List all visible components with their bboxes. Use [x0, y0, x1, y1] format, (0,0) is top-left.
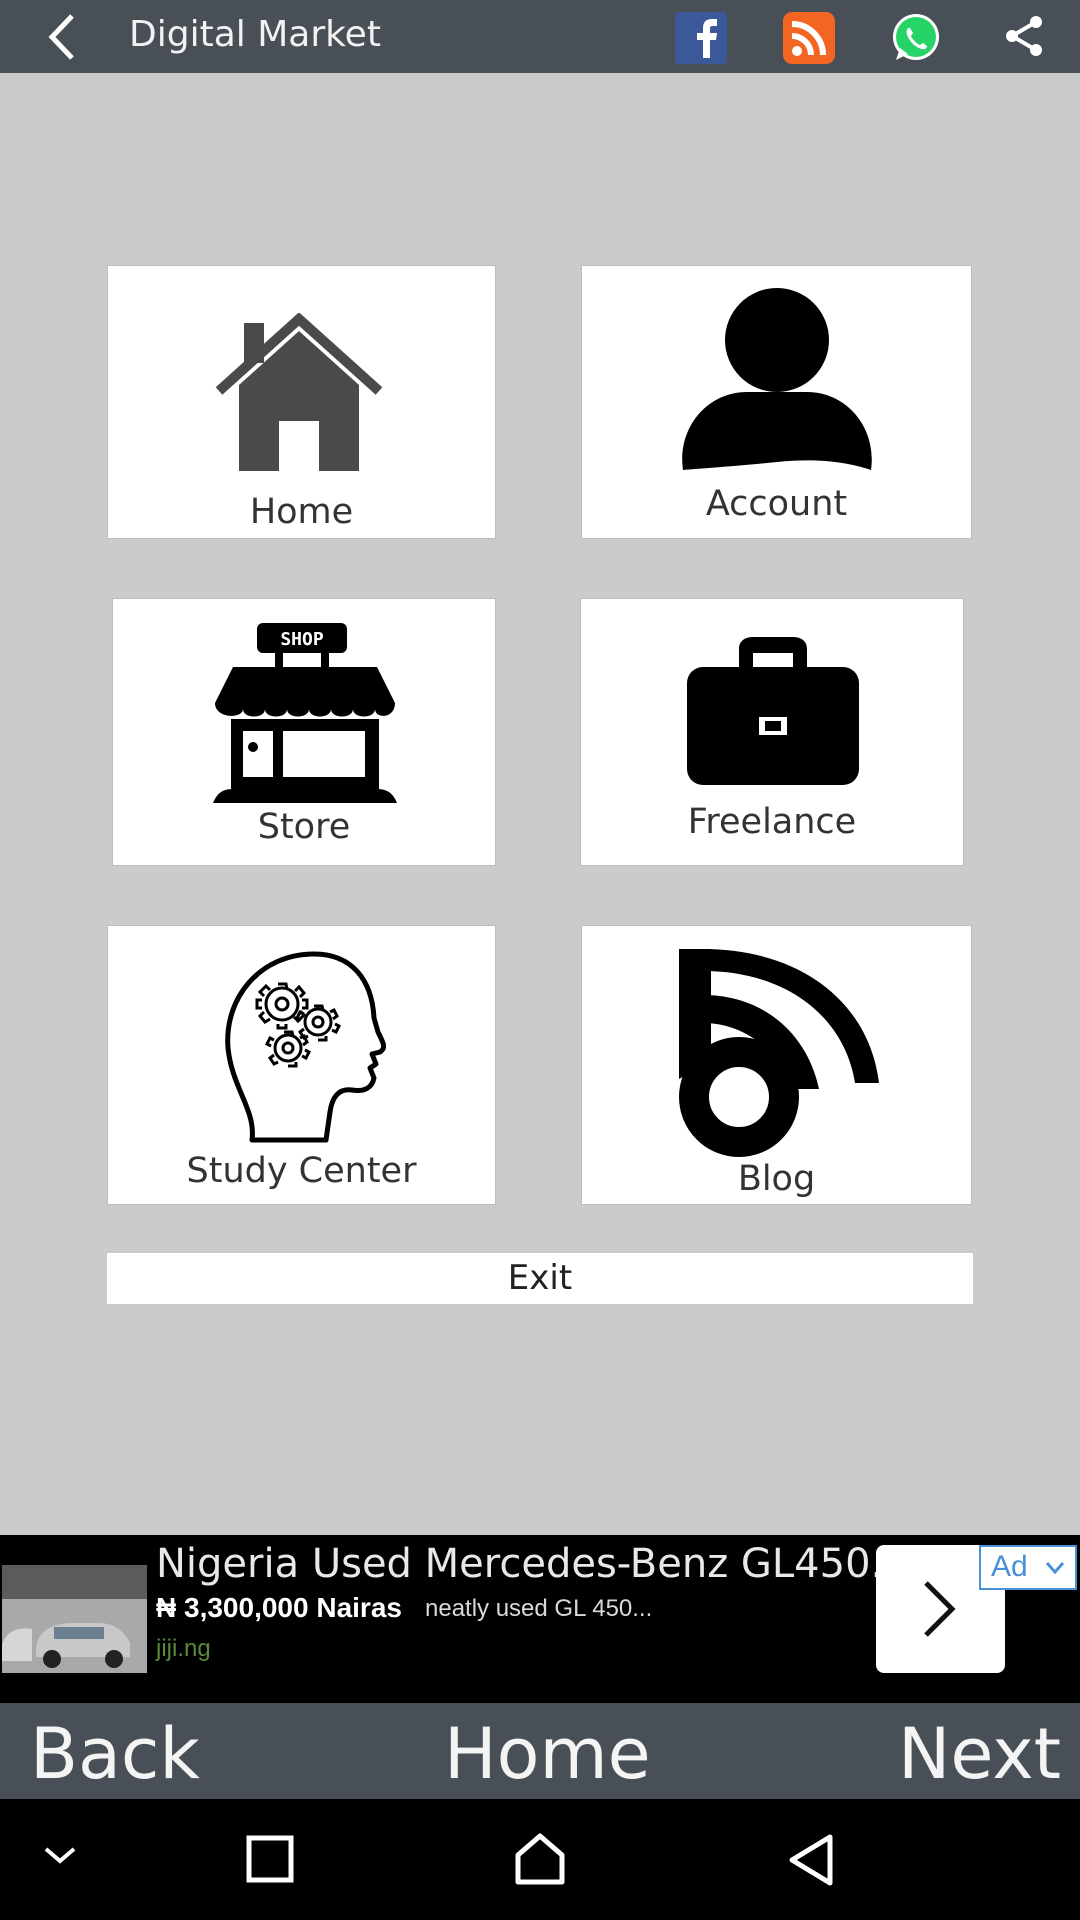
- recent-apps-icon[interactable]: [246, 1835, 294, 1883]
- chevron-down-icon: [1045, 1562, 1065, 1575]
- facebook-icon[interactable]: [675, 12, 727, 64]
- svg-text:SHOP: SHOP: [280, 629, 324, 650]
- tile-label: Store: [257, 807, 351, 847]
- ad-domain: jiji.ng: [156, 1635, 211, 1662]
- share-icon[interactable]: [998, 12, 1050, 64]
- tile-label: Blog: [737, 1159, 816, 1199]
- home-icon[interactable]: [514, 1833, 566, 1885]
- tile-study-center[interactable]: Study Center: [107, 925, 496, 1205]
- tile-home[interactable]: Home: [107, 265, 496, 539]
- tile-label: Account: [705, 484, 848, 524]
- rss-icon[interactable]: [783, 12, 835, 64]
- chevron-down-icon[interactable]: [42, 1843, 78, 1867]
- back-arrow-icon[interactable]: [38, 10, 88, 64]
- ad-badge-label: Ad: [991, 1550, 1028, 1583]
- shop-icon: SHOP: [213, 623, 397, 803]
- nav-next-button[interactable]: Next: [898, 1713, 1061, 1795]
- head-gears-icon: [225, 951, 386, 1143]
- back-icon[interactable]: [786, 1833, 836, 1887]
- ad-headline[interactable]: Nigeria Used Mercedes-Benz GL450...: [156, 1541, 909, 1587]
- whatsapp-icon[interactable]: [890, 12, 942, 64]
- bottom-nav: Back Home Next: [0, 1703, 1080, 1799]
- blog-icon: [679, 949, 879, 1157]
- system-nav-bar: [0, 1799, 1080, 1920]
- ad-thumbnail-image: [2, 1565, 147, 1673]
- tile-account[interactable]: Account: [581, 265, 972, 539]
- tile-label: Freelance: [687, 802, 857, 842]
- app-title: Digital Market: [129, 14, 381, 55]
- tile-label: Study Center: [186, 1151, 417, 1191]
- ad-description: neatly used GL 450...: [425, 1595, 653, 1622]
- tile-blog[interactable]: Blog: [581, 925, 972, 1205]
- tile-label: Home: [249, 492, 354, 532]
- nav-back-button[interactable]: Back: [30, 1713, 200, 1795]
- tile-store[interactable]: SHOP Store: [112, 598, 496, 866]
- ad-choices-badge[interactable]: Ad: [979, 1545, 1077, 1590]
- chevron-right-icon: [924, 1581, 956, 1637]
- nav-home-button[interactable]: Home: [444, 1713, 651, 1795]
- house-icon: [215, 313, 383, 471]
- briefcase-icon: [687, 637, 859, 785]
- user-icon: [682, 288, 872, 470]
- tile-freelance[interactable]: Freelance: [580, 598, 964, 866]
- ad-banner[interactable]: Nigeria Used Mercedes-Benz GL450... ₦ 3,…: [0, 1535, 1080, 1703]
- exit-button[interactable]: Exit: [107, 1253, 973, 1304]
- ad-price: ₦ 3,300,000 Nairas: [156, 1592, 402, 1623]
- app-bar: Digital Market: [0, 0, 1080, 73]
